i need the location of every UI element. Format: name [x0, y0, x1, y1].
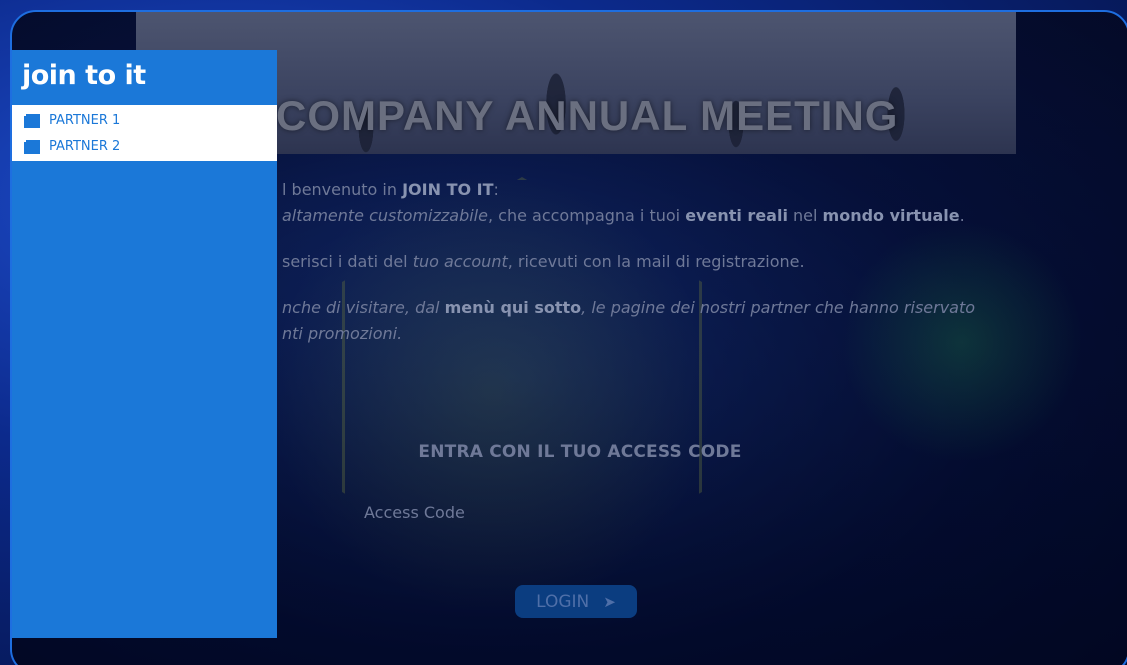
login-button[interactable]: LOGIN ➤ [515, 585, 637, 618]
partner-menu: PARTNER 1 PARTNER 2 [12, 105, 277, 161]
intro-bold: menù qui sotto [444, 298, 582, 317]
intro-bold: mondo virtuale [822, 206, 960, 225]
banner-title: COMPANY ANNUAL MEETING [276, 92, 899, 139]
intro-paragraph-3: nche di visitare, dal menù qui sotto, le… [282, 295, 1042, 347]
access-code-input[interactable] [364, 497, 784, 527]
login-button-label: LOGIN [536, 591, 590, 612]
intro-paragraph-1: l benvenuto in JOIN TO IT: altamente cus… [282, 177, 1042, 229]
sidebar-item-label: PARTNER 2 [49, 138, 121, 154]
sidebar-item-partner-2[interactable]: PARTNER 2 [12, 133, 277, 159]
main-frame: COMPANY ANNUAL MEETING l benvenuto in JO… [10, 10, 1127, 665]
brand-name: JOIN TO IT [402, 180, 494, 199]
send-arrow-icon: ➤ [603, 592, 616, 611]
book-icon [24, 114, 40, 128]
intro-italic: tuo account [412, 252, 508, 271]
intro-text-span: , ricevuti con la mail di registrazione. [507, 252, 805, 271]
intro-text-span: . [959, 206, 965, 225]
app-logo: join to it [22, 60, 146, 91]
sidebar: join to it PARTNER 1 PARTNER 2 [12, 50, 277, 638]
intro-paragraph-2: serisci i dati del tuo account, ricevuti… [282, 249, 1042, 275]
book-icon [24, 140, 40, 154]
sidebar-item-label: PARTNER 1 [49, 112, 121, 128]
intro-bold: eventi reali [685, 206, 788, 225]
intro-italic: nche di visitare, dal [282, 298, 445, 317]
intro-text-span: nel [787, 206, 823, 225]
intro-italic: altamente customizzabile [282, 206, 488, 225]
sidebar-item-partner-1[interactable]: PARTNER 1 [12, 107, 277, 133]
intro-text: l benvenuto in JOIN TO IT: altamente cus… [282, 177, 1042, 367]
intro-italic: nti promozioni. [282, 324, 403, 343]
intro-italic: , le pagine dei nostri partner che hanno… [581, 298, 976, 317]
login-heading: ENTRA CON IL TUO ACCESS CODE [418, 442, 742, 462]
intro-text-span: : [493, 180, 499, 199]
intro-text-span: , che accompagna i tuoi [487, 206, 686, 225]
intro-text-span: l benvenuto in [282, 180, 403, 199]
intro-text-span: serisci i dati del [282, 252, 413, 271]
